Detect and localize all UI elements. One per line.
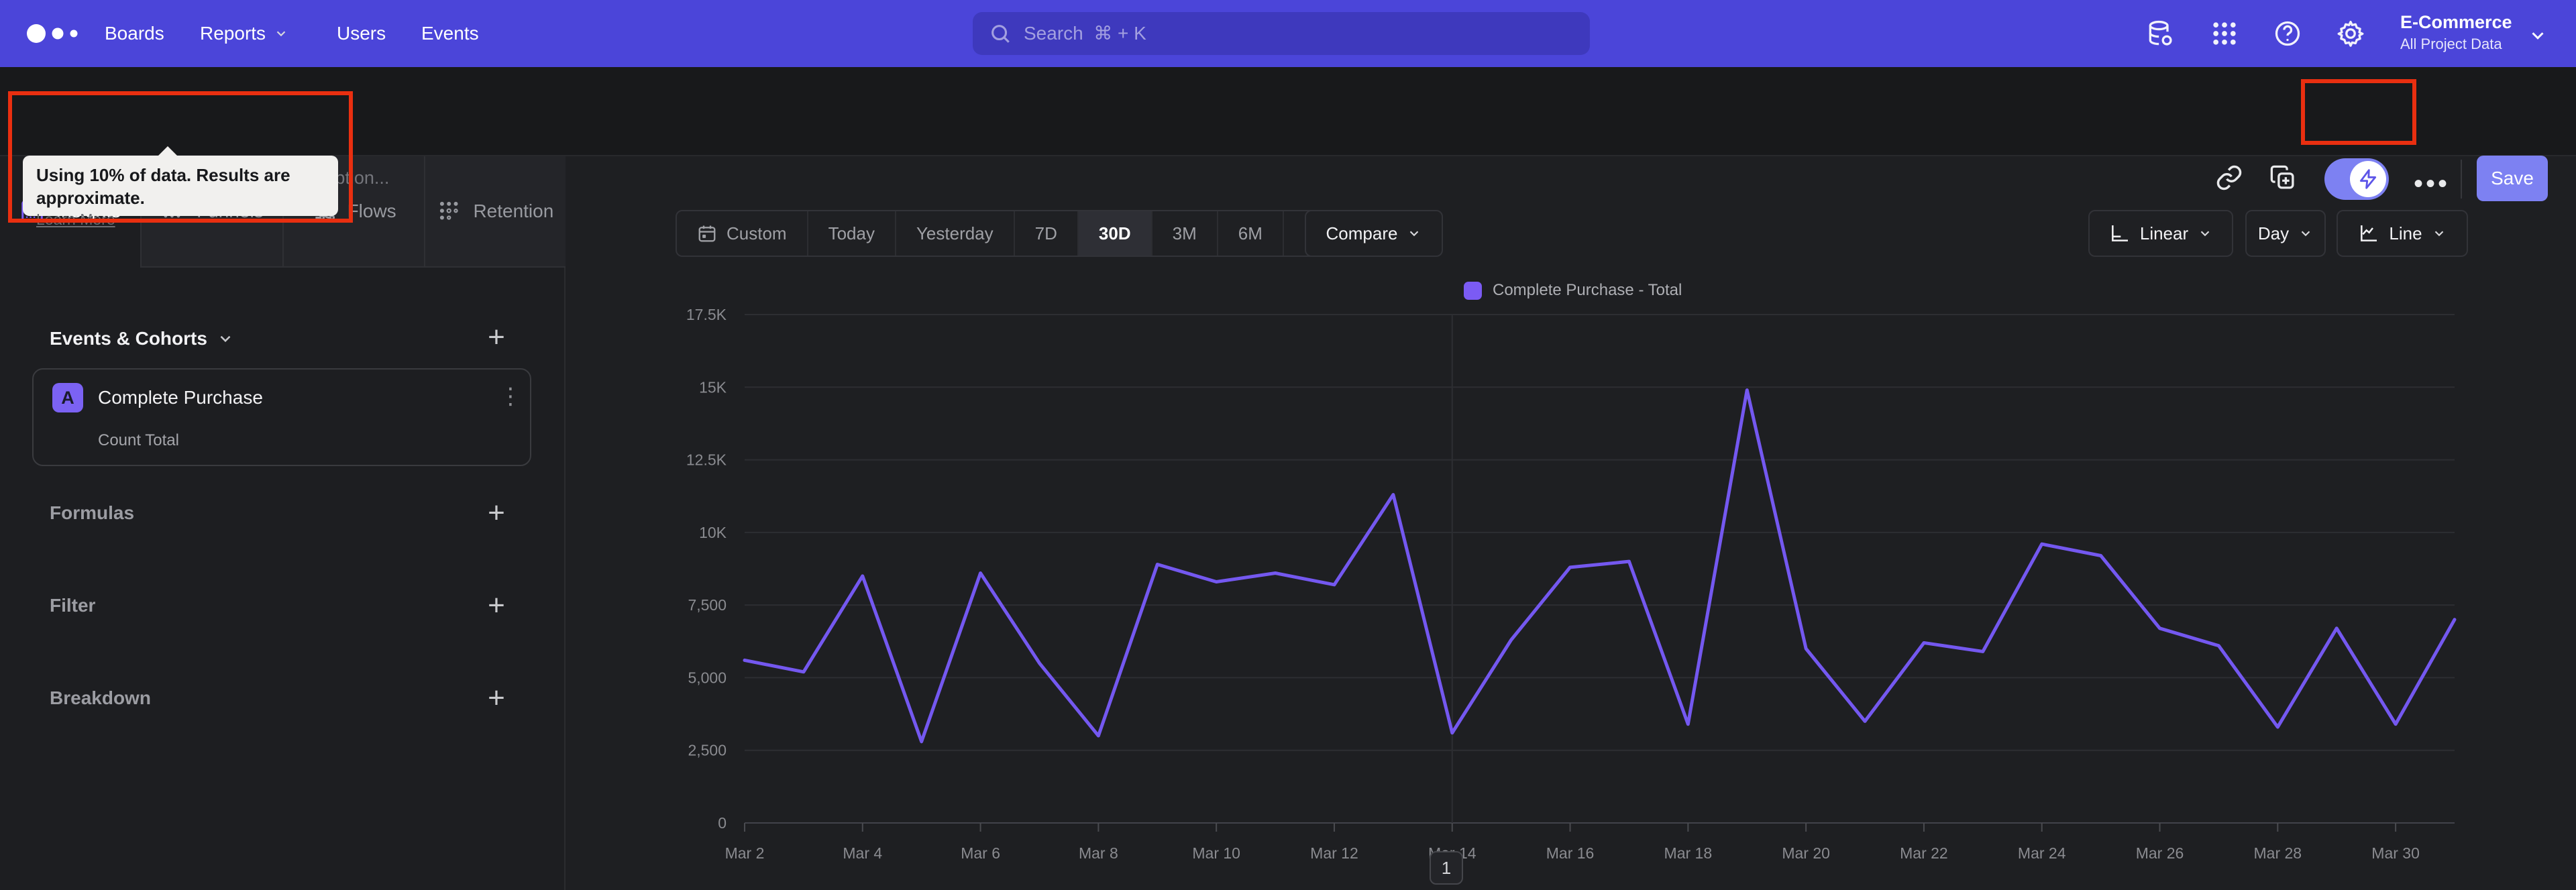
- search-input[interactable]: [1024, 23, 1534, 44]
- mixpanel-logo-icon[interactable]: [23, 16, 90, 51]
- chevron-down-icon: [276, 31, 286, 37]
- range-yesterday[interactable]: Yesterday: [896, 211, 1015, 256]
- range-6m[interactable]: 6M: [1218, 211, 1284, 256]
- toggle-knob: [2350, 161, 2386, 197]
- section-breakdown: Breakdown: [50, 687, 151, 708]
- svg-text:15K: 15K: [699, 378, 727, 396]
- svg-text:Mar 30: Mar 30: [2371, 844, 2420, 862]
- search-bar[interactable]: [973, 12, 1590, 55]
- svg-text:Mar 22: Mar 22: [1900, 844, 1948, 862]
- nav-boards[interactable]: Boards: [105, 0, 164, 67]
- nav-reports[interactable]: Reports: [200, 0, 288, 67]
- link-icon[interactable]: [2215, 164, 2243, 192]
- chevron-down-icon: [2200, 231, 2210, 237]
- svg-text:12.5K: 12.5K: [686, 451, 727, 469]
- tab-label: Flows: [347, 201, 396, 221]
- range-30d-selected[interactable]: 30D: [1078, 211, 1152, 256]
- range-7d[interactable]: 7D: [1015, 211, 1079, 256]
- range-3m[interactable]: 3M: [1152, 211, 1218, 256]
- chevron-down-icon[interactable]: [2528, 25, 2548, 46]
- svg-text:17.5K: 17.5K: [686, 306, 727, 323]
- sampling-tooltip: Using 10% of data. Results are approxima…: [23, 146, 338, 228]
- lightning-bolt-icon: [2359, 169, 2377, 189]
- events-cohorts-label: Events & Cohorts: [50, 328, 207, 349]
- save-button[interactable]: Save: [2477, 156, 2548, 201]
- event-name: Complete Purchase: [98, 387, 263, 408]
- svg-text:0: 0: [718, 814, 727, 832]
- section-formulas: Formulas: [50, 502, 135, 523]
- chevron-down-icon: [1410, 231, 1419, 237]
- svg-text:Mar 4: Mar 4: [843, 844, 882, 862]
- help-icon[interactable]: [2273, 19, 2302, 48]
- section-filter: Filter: [50, 595, 96, 616]
- series-letter-badge: A: [52, 383, 83, 412]
- report-header-bar: Untitled Sampled + Add description... ••…: [0, 67, 2576, 201]
- add-formula-button[interactable]: +: [480, 497, 513, 529]
- svg-text:Mar 20: Mar 20: [1782, 844, 1830, 862]
- events-cohorts-header[interactable]: Events & Cohorts: [50, 328, 234, 349]
- chevron-down-icon: [2301, 231, 2310, 237]
- query-sidebar: Insights Funnels Flows Retention Events …: [0, 156, 566, 890]
- chevron-down-icon: [2434, 231, 2443, 237]
- line-chart[interactable]: 0 2,500 5,000 7,500 10K 12.5K 15K 17.5K Mar 2 Mar…: [566, 282, 2576, 890]
- sampling-toggle[interactable]: [2324, 158, 2389, 200]
- divider: [2461, 160, 2462, 199]
- tab-retention[interactable]: Retention: [423, 156, 566, 268]
- event-card[interactable]: A Complete Purchase ⋮ Count Total: [32, 368, 531, 466]
- svg-text:Mar 26: Mar 26: [2136, 844, 2184, 862]
- event-aggregation[interactable]: Count Total: [98, 431, 179, 450]
- compare-dropdown[interactable]: Compare: [1305, 210, 1443, 257]
- apps-grid-icon[interactable]: [2210, 19, 2239, 48]
- project-selector[interactable]: E-Commerce All Project Data: [2400, 9, 2512, 54]
- calendar-icon: [698, 225, 716, 242]
- svg-text:Mar 16: Mar 16: [1546, 844, 1595, 862]
- add-breakdown-button[interactable]: +: [480, 682, 513, 714]
- range-custom[interactable]: Custom: [677, 211, 808, 256]
- svg-text:10K: 10K: [699, 524, 727, 541]
- svg-text:7,500: 7,500: [688, 596, 727, 614]
- svg-text:Mar 10: Mar 10: [1192, 844, 1240, 862]
- chart-type-dropdown[interactable]: Line: [2337, 210, 2468, 257]
- nav-users[interactable]: Users: [337, 0, 386, 67]
- scale-dropdown[interactable]: Linear: [2088, 210, 2233, 257]
- svg-text:Mar 24: Mar 24: [2018, 844, 2066, 862]
- svg-text:2,500: 2,500: [688, 742, 727, 759]
- tab-label: Retention: [473, 201, 554, 221]
- kebab-menu-icon[interactable]: ⋮: [499, 383, 522, 410]
- svg-text:Mar 28: Mar 28: [2254, 844, 2302, 862]
- linear-scale-icon: [2111, 225, 2128, 241]
- project-scope: All Project Data: [2400, 36, 2502, 52]
- svg-text:Mar 12: Mar 12: [1310, 844, 1358, 862]
- pagination-page-1[interactable]: 1: [1430, 851, 1463, 885]
- more-options-icon[interactable]: •••: [2414, 169, 2450, 199]
- add-event-button[interactable]: +: [480, 321, 513, 353]
- add-filter-button[interactable]: +: [480, 590, 513, 622]
- nav-events[interactable]: Events: [421, 0, 479, 67]
- svg-text:Mar 18: Mar 18: [1664, 844, 1713, 862]
- chart-panel: Custom Today Yesterday 7D 30D 3M 6M 12M …: [566, 156, 2576, 890]
- settings-gear-icon[interactable]: [2336, 19, 2365, 48]
- svg-text:5,000: 5,000: [688, 669, 727, 686]
- data-management-icon[interactable]: [2145, 19, 2175, 48]
- svg-text:Mar 8: Mar 8: [1079, 844, 1118, 862]
- svg-text:Mar 6: Mar 6: [961, 844, 1000, 862]
- range-today[interactable]: Today: [808, 211, 896, 256]
- project-name: E-Commerce: [2400, 12, 2512, 32]
- learn-more-link[interactable]: Learn More: [36, 209, 325, 229]
- search-icon: [991, 25, 1010, 43]
- tooltip-text: Using 10% of data. Results are approxima…: [36, 165, 290, 208]
- date-range-group: Custom Today Yesterday 7D 30D 3M 6M 12M: [676, 210, 1360, 257]
- top-navigation: Boards Reports Users Events E-Commerce A…: [0, 0, 2576, 67]
- svg-text:Mar 2: Mar 2: [725, 844, 765, 862]
- duplicate-icon[interactable]: [2269, 164, 2297, 192]
- chevron-down-icon: [220, 335, 231, 343]
- retention-icon: [440, 201, 459, 220]
- interval-dropdown[interactable]: Day: [2245, 210, 2326, 257]
- line-chart-type-icon: [2361, 225, 2377, 241]
